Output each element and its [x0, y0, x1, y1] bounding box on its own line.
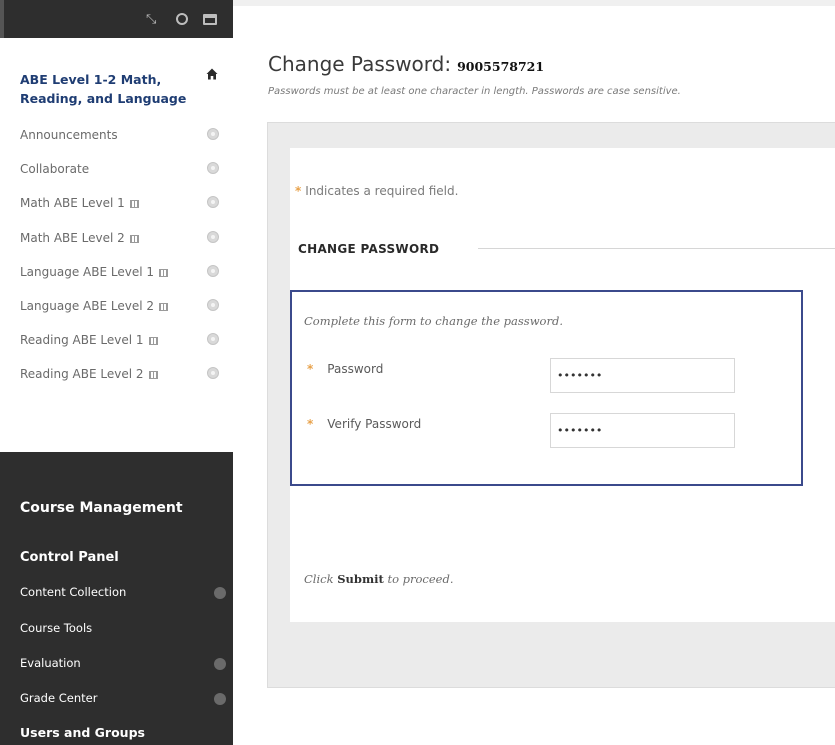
menu-item-label: Reading ABE Level 1 [20, 333, 144, 348]
window-icon[interactable] [203, 14, 217, 25]
page-subtitle: Passwords must be at least one character… [268, 86, 681, 97]
required-field-note: * Indicates a required field. [295, 184, 458, 198]
options-icon[interactable] [207, 128, 219, 140]
options-icon[interactable] [207, 162, 219, 175]
menu-item-reading-abe-level-2[interactable]: Reading ABE Level 2 [0, 361, 233, 395]
options-icon[interactable] [207, 298, 219, 311]
menu-item-label: Announcements [20, 128, 118, 142]
required-note-text: Indicates a required field. [305, 184, 459, 198]
control-panel-item-course-tools[interactable]: Course Tools [20, 621, 92, 635]
hidden-content-icon [148, 371, 158, 380]
sidebar-toolbar-edge [0, 0, 4, 38]
menu-item-announcements[interactable]: Announcements [0, 122, 233, 156]
expand-icon[interactable] [214, 587, 226, 599]
expand-icon[interactable] [214, 658, 226, 670]
control-panel-item-grade-center[interactable]: Grade Center [20, 691, 97, 705]
menu-item-label: Reading ABE Level 2 [20, 367, 144, 382]
main-top-border [233, 0, 835, 6]
menu-item-collaborate[interactable]: Collaborate [0, 156, 233, 190]
verify-password-input[interactable] [550, 413, 735, 448]
menu-item-label: Collaborate [20, 162, 90, 177]
menu-item-language-abe-level-2[interactable]: Language ABE Level 2 [0, 293, 233, 327]
hidden-content-icon [159, 302, 168, 311]
sidebar-toolbar: ⤡ [0, 0, 233, 38]
page-title: Change Password: [268, 52, 452, 76]
menu-item-language-abe-level-1[interactable]: Language ABE Level 1 [0, 259, 233, 293]
page-header: Change Password: 9005578721 [268, 52, 585, 84]
section-divider [478, 248, 835, 249]
proceed-prefix: Click [304, 572, 334, 586]
form-description: Complete this form to change the passwor… [304, 314, 563, 328]
verify-password-label: * Verify Password [307, 417, 421, 431]
required-marker: * [307, 362, 314, 376]
submit-keyword: Submit [337, 572, 384, 586]
control-panel-item-evaluation[interactable]: Evaluation [20, 656, 81, 670]
menu-item-reading-abe-level-1[interactable]: Reading ABE Level 1 [0, 327, 233, 361]
required-marker: * [307, 417, 314, 431]
proceed-suffix: to proceed. [387, 572, 454, 586]
menu-item-label: Language ABE Level 2 [20, 298, 154, 313]
page-username: 9005578721 [457, 57, 585, 76]
menu-item-label: Language ABE Level 1 [20, 264, 154, 279]
verify-password-label-text: Verify Password [327, 417, 422, 431]
menu-item-label: Math ABE Level 1 [20, 196, 125, 211]
control-panel-heading: Control Panel [20, 550, 119, 565]
proceed-instruction: Click Submit to proceed. [304, 572, 454, 586]
menu-item-label: Math ABE Level 2 [20, 230, 125, 245]
refresh-icon[interactable] [176, 13, 188, 25]
section-title: CHANGE PASSWORD [298, 242, 440, 256]
hidden-content-icon [129, 234, 139, 243]
options-icon[interactable] [207, 367, 219, 380]
password-label: * Password [307, 362, 383, 376]
hidden-content-icon [159, 268, 168, 277]
home-icon[interactable] [206, 68, 218, 80]
expand-icon[interactable] [214, 693, 226, 705]
password-label-text: Password [327, 362, 384, 376]
course-sidebar: ⤡ ABE Level 1-2 Math, Reading, and Langu… [0, 0, 233, 745]
control-panel-item-content-collection[interactable]: Content Collection [20, 585, 126, 599]
password-input[interactable] [550, 358, 735, 393]
menu-item-math-abe-level-1[interactable]: Math ABE Level 1 [0, 190, 233, 224]
hidden-content-icon [129, 200, 139, 209]
options-icon[interactable] [207, 333, 219, 346]
required-marker: * [295, 184, 302, 198]
control-panel-item-users-and-groups[interactable]: Users and Groups [20, 725, 145, 740]
expand-arrows-icon[interactable]: ⤡ [146, 12, 156, 26]
options-icon[interactable] [207, 196, 219, 209]
hidden-content-icon [148, 337, 158, 346]
options-icon[interactable] [207, 264, 219, 277]
course-title[interactable]: ABE Level 1-2 Math, Reading, and Languag… [20, 70, 198, 108]
options-icon[interactable] [207, 230, 219, 243]
course-management-heading: Course Management [20, 500, 183, 516]
menu-item-math-abe-level-2[interactable]: Math ABE Level 2 [0, 225, 233, 259]
course-menu: Announcements Collaborate Math ABE Level… [0, 122, 233, 396]
